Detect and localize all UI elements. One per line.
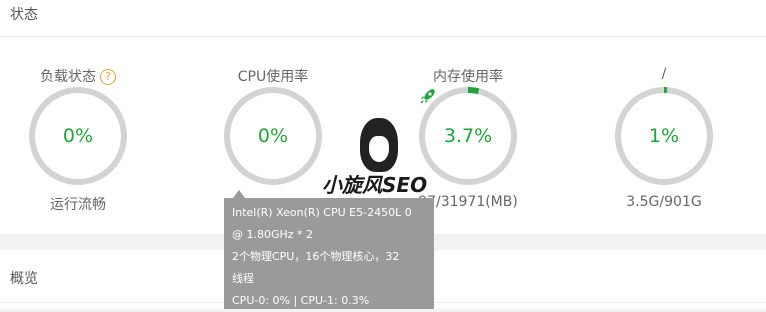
- gauge-sub: 3.5G/901G: [626, 194, 702, 210]
- watermark-brand: 小旋风SEO: [322, 173, 428, 197]
- watermark-logo: 小旋风SEO: [322, 118, 450, 198]
- rocket-icon[interactable]: [418, 86, 438, 106]
- gauge-value: 0%: [257, 125, 289, 147]
- tooltip-line: 2个物理CPU，16个物理核心，32: [232, 250, 400, 263]
- status-panel-title: 状态: [10, 7, 38, 23]
- tooltip-arrow: [233, 190, 245, 198]
- gauge-label: /: [661, 66, 667, 82]
- help-icon[interactable]: ?: [100, 69, 116, 85]
- gauge-sub: 运行流畅: [50, 197, 106, 213]
- cpu-tooltip: Intel(R) Xeon(R) CPU E5-2450L 0 @ 1.80GH…: [224, 198, 434, 309]
- watermark-face-icon: [360, 118, 398, 172]
- gauge-label: 负载状态?: [23, 66, 133, 86]
- gauge-value: 1%: [648, 125, 680, 147]
- overview-panel-title: 概览: [10, 271, 38, 287]
- tooltip-line: @ 1.80GHz * 2: [232, 228, 314, 241]
- gauge-disk[interactable]: / 1% 3.5G/901G: [609, 62, 719, 212]
- tooltip-line: 线程: [232, 272, 254, 285]
- tooltip-line: Intel(R) Xeon(R) CPU E5-2450L 0: [232, 206, 412, 219]
- gauge-label: 内存使用率: [433, 69, 503, 85]
- gauge-load[interactable]: 负载状态? 0% 运行流畅: [23, 62, 133, 213]
- gauge-label: CPU使用率: [237, 69, 309, 85]
- divider: [0, 36, 766, 37]
- gauge-value: 0%: [62, 125, 94, 147]
